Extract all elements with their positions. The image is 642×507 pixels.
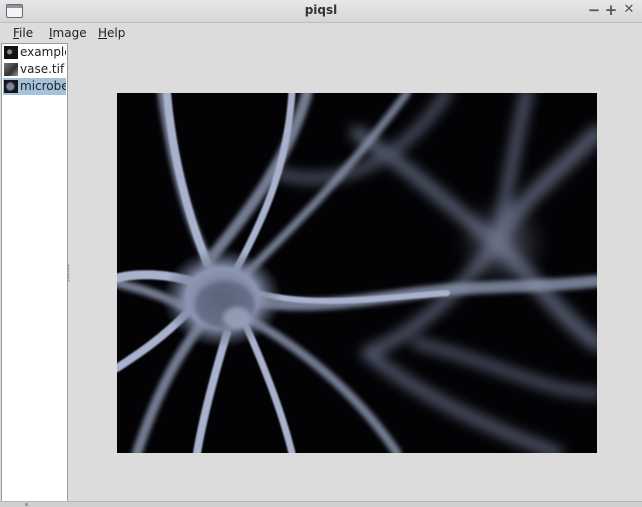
image-viewer[interactable] <box>70 44 641 501</box>
status-bar <box>0 501 642 507</box>
image-thumbnail-icon <box>4 80 18 93</box>
neuron-image <box>117 93 597 453</box>
maximize-button[interactable]: + <box>603 1 619 19</box>
file-item-label: microbe.t <box>20 79 66 93</box>
menu-help[interactable]: Help <box>98 26 125 40</box>
window-title: piqsl <box>304 3 338 17</box>
menu-image[interactable]: Image <box>49 26 87 40</box>
close-button[interactable]: ✕ <box>621 1 637 19</box>
file-item-microbe[interactable]: microbe.t <box>3 78 66 95</box>
file-item-example[interactable]: example.t <box>3 44 66 61</box>
displayed-image <box>117 93 597 453</box>
file-list[interactable]: example.t vase.tif microbe.t <box>1 43 68 503</box>
image-thumbnail-icon <box>4 63 18 76</box>
minimize-button[interactable]: − <box>586 1 602 19</box>
title-bar[interactable]: piqsl − + ✕ <box>0 0 642 23</box>
file-item-label: vase.tif <box>20 62 65 76</box>
file-item-vase[interactable]: vase.tif <box>3 61 66 78</box>
menu-file[interactable]: File <box>13 26 33 40</box>
menu-bar: File Image Help <box>0 23 642 44</box>
image-thumbnail-icon <box>4 46 18 59</box>
file-item-label: example.t <box>20 45 66 59</box>
